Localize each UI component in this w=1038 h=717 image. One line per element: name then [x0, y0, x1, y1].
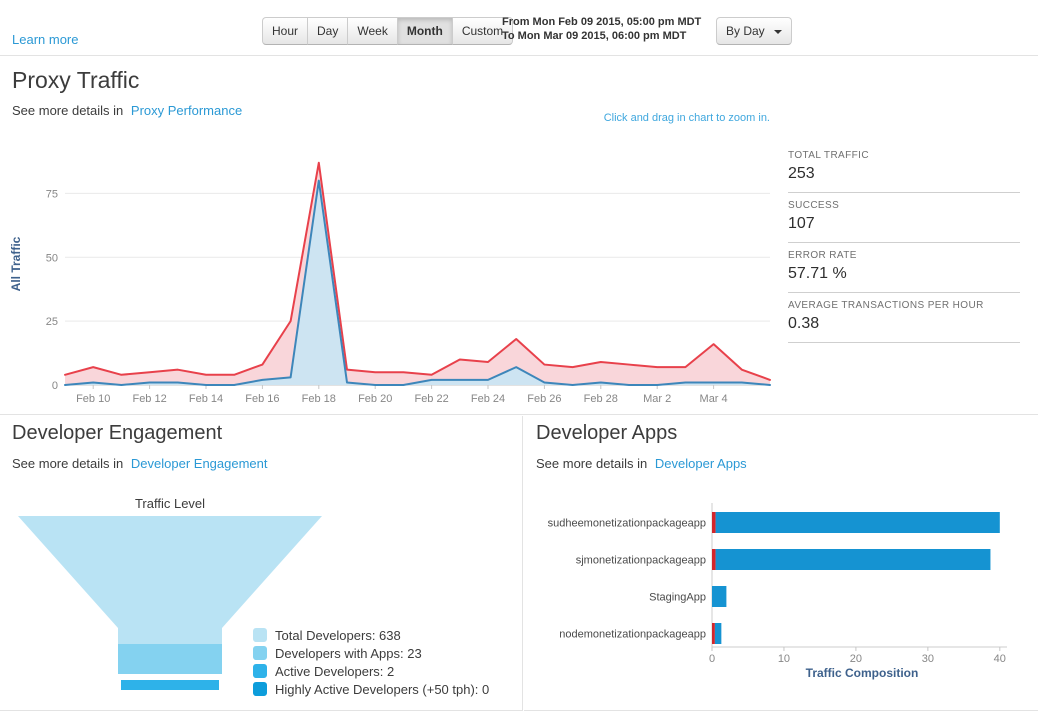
svg-text:Feb 28: Feb 28: [584, 393, 618, 405]
legend-item-active-developers: Active Developers: 2: [253, 662, 489, 680]
svg-text:Mar 4: Mar 4: [700, 393, 728, 405]
svg-text:Mar 2: Mar 2: [643, 393, 671, 405]
stat-value: 253: [788, 165, 1020, 183]
developer-apps-link[interactable]: Developer Apps: [655, 456, 747, 471]
legend-label: Active Developers: 2: [275, 664, 394, 679]
svg-text:Feb 26: Feb 26: [527, 393, 561, 405]
group-by-dropdown[interactable]: By Day: [716, 17, 792, 45]
svg-text:25: 25: [46, 316, 58, 328]
stat-label: TOTAL TRAFFIC: [788, 150, 1020, 161]
engagement-subtitle-text: See more details in: [12, 456, 123, 471]
svg-text:Feb 16: Feb 16: [245, 393, 279, 405]
proxy-traffic-title: Proxy Traffic: [12, 67, 139, 94]
stat-total-traffic: TOTAL TRAFFIC 253: [788, 150, 1020, 193]
svg-text:Feb 14: Feb 14: [189, 393, 223, 405]
legend-label: Developers with Apps: 23: [275, 646, 422, 661]
developer-apps-section: Developer Apps See more details in Devel…: [524, 416, 1038, 711]
stat-error-rate: ERROR RATE 57.71 %: [788, 243, 1020, 293]
learn-more-link[interactable]: Learn more: [12, 32, 78, 47]
stat-label: AVERAGE TRANSACTIONS PER HOUR: [788, 300, 1020, 311]
svg-text:sudheemonetizationpackageapp: sudheemonetizationpackageapp: [548, 518, 706, 530]
stat-value: 57.71 %: [788, 265, 1020, 283]
developer-engagement-link[interactable]: Developer Engagement: [131, 456, 268, 471]
funnel-legend: Total Developers: 638 Developers with Ap…: [253, 626, 489, 698]
proxy-subtitle-text: See more details in: [12, 103, 123, 118]
svg-text:40: 40: [994, 653, 1006, 665]
legend-swatch: [253, 628, 267, 642]
developer-apps-subtitle: See more details in Developer Apps: [536, 456, 747, 471]
stat-label: ERROR RATE: [788, 250, 1020, 261]
svg-text:Feb 18: Feb 18: [302, 393, 336, 405]
svg-text:30: 30: [922, 653, 934, 665]
date-range: From Mon Feb 09 2015, 05:00 pm MDT To Mo…: [502, 15, 701, 43]
legend-item-developers-with-apps: Developers with Apps: 23: [253, 644, 489, 662]
svg-text:Feb 12: Feb 12: [132, 393, 166, 405]
stat-avg-tph: AVERAGE TRANSACTIONS PER HOUR 0.38: [788, 293, 1020, 343]
legend-swatch: [253, 664, 267, 678]
stat-success: SUCCESS 107: [788, 193, 1020, 243]
svg-text:10: 10: [778, 653, 790, 665]
developer-engagement-section: Developer Engagement See more details in…: [0, 416, 523, 711]
topbar: Learn more Hour Day Week Month Custom Fr…: [0, 0, 1038, 56]
range-button-month[interactable]: Month: [397, 17, 453, 45]
developer-engagement-subtitle: See more details in Developer Engagement: [12, 456, 268, 471]
svg-text:Feb 20: Feb 20: [358, 393, 392, 405]
caret-down-icon: [774, 30, 782, 34]
traffic-stats-panel: TOTAL TRAFFIC 253 SUCCESS 107 ERROR RATE…: [788, 150, 1020, 343]
svg-text:75: 75: [46, 188, 58, 200]
svg-text:0: 0: [52, 380, 58, 392]
range-button-day[interactable]: Day: [307, 17, 348, 45]
legend-item-total-developers: Total Developers: 638: [253, 626, 489, 644]
stat-value: 107: [788, 215, 1020, 233]
proxy-performance-link[interactable]: Proxy Performance: [131, 103, 242, 118]
developer-apps-title: Developer Apps: [536, 422, 677, 445]
time-range-button-group: Hour Day Week Month Custom: [262, 17, 513, 45]
svg-text:nodemonetizationpackageapp: nodemonetizationpackageapp: [559, 629, 706, 641]
date-to-label: To Mon Mar 09 2015, 06:00 pm MDT: [502, 29, 701, 43]
developer-apps-bar-chart[interactable]: 0 10 20 30 40 sudheemonetizationpackageapp sjm…: [525, 495, 1030, 667]
legend-item-highly-active-developers: Highly Active Developers (+50 tph): 0: [253, 680, 489, 698]
svg-text:StagingApp: StagingApp: [649, 592, 706, 604]
range-button-hour[interactable]: Hour: [262, 17, 308, 45]
proxy-traffic-chart[interactable]: 0 25 50 75 Feb 10 Feb 12 Feb 14 Feb 16 Feb 18 Feb…: [27, 138, 782, 411]
apps-subtitle-text: See more details in: [536, 456, 647, 471]
proxy-traffic-section: Proxy Traffic See more details in Proxy …: [0, 57, 1038, 415]
proxy-traffic-subtitle: See more details in Proxy Performance: [12, 103, 242, 118]
svg-text:0: 0: [709, 653, 715, 665]
stat-label: SUCCESS: [788, 200, 1020, 211]
legend-label: Highly Active Developers (+50 tph): 0: [275, 682, 489, 697]
traffic-y-axis-label: All Traffic: [9, 164, 23, 364]
svg-text:sjmonetizationpackageapp: sjmonetizationpackageapp: [576, 555, 706, 567]
svg-text:50: 50: [46, 252, 58, 264]
range-button-week[interactable]: Week: [347, 17, 397, 45]
apps-x-axis-label: Traffic Composition: [712, 666, 1012, 680]
legend-swatch: [253, 682, 267, 696]
funnel-title: Traffic Level: [55, 496, 285, 511]
developer-engagement-title: Developer Engagement: [12, 422, 222, 445]
legend-label: Total Developers: 638: [275, 628, 401, 643]
svg-text:20: 20: [850, 653, 862, 665]
date-from-label: From Mon Feb 09 2015, 05:00 pm MDT: [502, 15, 701, 29]
legend-swatch: [253, 646, 267, 660]
zoom-hint-text: Click and drag in chart to zoom in.: [604, 112, 770, 124]
group-by-label: By Day: [726, 24, 765, 38]
stat-value: 0.38: [788, 315, 1020, 333]
svg-text:Feb 24: Feb 24: [471, 393, 505, 405]
svg-text:Feb 10: Feb 10: [76, 393, 110, 405]
analytics-dashboard: Learn more Hour Day Week Month Custom Fr…: [0, 0, 1038, 717]
svg-text:Feb 22: Feb 22: [414, 393, 448, 405]
